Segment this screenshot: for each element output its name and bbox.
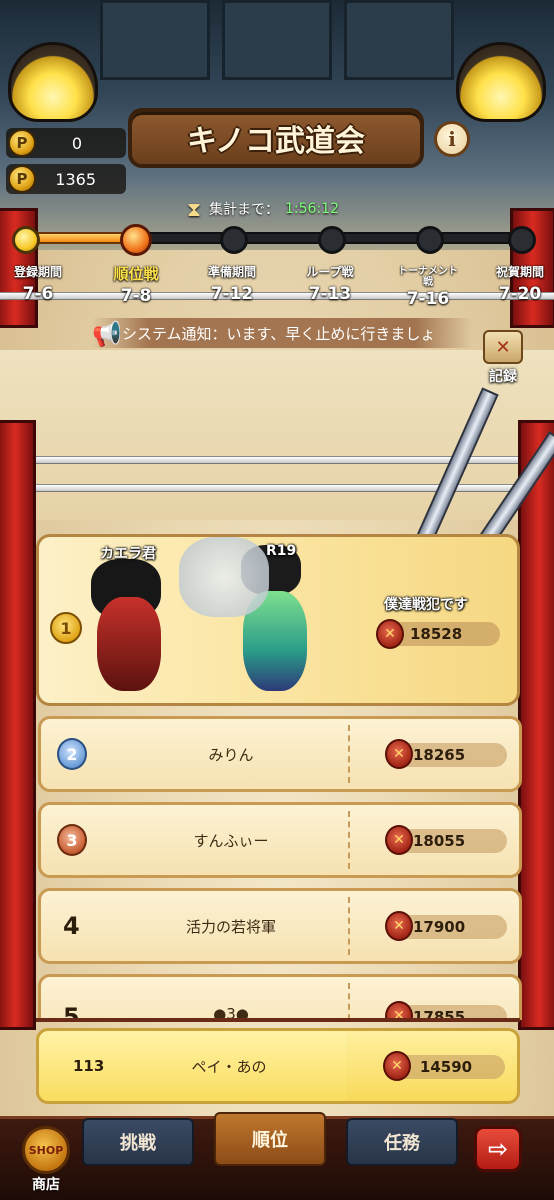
player-name: 活力の若将軍 — [185, 917, 276, 936]
rank-number: 2 — [66, 744, 78, 764]
ceiling-panel — [344, 0, 454, 80]
phase-date: 7-13 — [308, 284, 352, 305]
row-divider — [348, 983, 350, 1020]
player-name: みりん — [208, 745, 254, 764]
rank-number: 3 — [66, 830, 78, 850]
tab-ranking[interactable]: 順位 — [214, 1112, 326, 1166]
phase-name: ループ戦 — [306, 265, 354, 279]
ring-rope — [0, 484, 554, 492]
phase-registration: 登録期間 7-6 — [0, 265, 78, 305]
arena-background: P 0 P 1365 キノコ武道会 i ⧗ 集計まで： 1:56:12 登録期間… — [0, 0, 554, 1200]
ring-post-lower-right — [518, 420, 554, 1030]
ticket-coin-icon: P — [8, 165, 36, 193]
scroll-record-icon: ✕ — [483, 330, 523, 364]
top1-partner-name: R19 — [266, 543, 297, 559]
phase-celebration: 祝賀期間 7-20 — [480, 265, 554, 305]
phase-name: 登録期間 — [13, 265, 62, 279]
top1-score: 18528 — [410, 625, 463, 643]
phase-date: 7-12 — [210, 284, 254, 305]
shop-label: 商店 — [32, 1177, 60, 1193]
score-badge-icon: ✕ — [383, 1051, 411, 1081]
rank-number: 5 — [63, 1003, 80, 1020]
currency-ticket-value: 1365 — [55, 169, 96, 189]
phase-node — [220, 226, 248, 254]
mushroom-rocket — [179, 537, 269, 617]
phase-name: トーナメント戦 — [398, 266, 458, 288]
ring-post-lower-left — [0, 420, 36, 1030]
gold-medal-icon: 1 — [50, 612, 82, 644]
rank-row[interactable]: 2 みりん 18265 ✕ — [38, 716, 522, 792]
megaphone-icon: 📢 — [92, 320, 122, 348]
phase-date: 7-8 — [120, 285, 152, 306]
timer-label: 集計まで： — [209, 202, 279, 218]
my-player-name: ペイ・あの — [191, 1057, 267, 1076]
phase-node — [318, 226, 346, 254]
phase-node-current — [120, 224, 152, 256]
spotlight-left-icon — [8, 42, 98, 122]
info-button[interactable]: i — [434, 121, 470, 157]
phase-loop-battle: ループ戦 7-13 — [290, 265, 370, 305]
top1-guild-name: 僕達戦犯です — [384, 597, 468, 613]
rank-row[interactable]: 5 ●3● 17855 ✕ — [38, 974, 522, 1020]
score-badge-icon: ✕ — [385, 911, 413, 941]
phase-node — [508, 226, 536, 254]
tab-missions[interactable]: 任務 — [346, 1118, 458, 1166]
spotlight-right-icon — [456, 42, 546, 122]
rank-row[interactable]: 3 すんふぃー 18055 ✕ — [38, 802, 522, 878]
ceiling-panel — [100, 0, 210, 80]
record-label: 記録 — [489, 369, 517, 385]
ring-rope — [0, 292, 554, 300]
currency-coin-value: 0 — [71, 133, 82, 153]
rank-number: 4 — [63, 912, 80, 940]
row-divider — [348, 897, 350, 955]
score-badge-icon: ✕ — [385, 825, 413, 855]
player-name: すんふぃー — [193, 831, 269, 850]
rank-row[interactable]: 4 活力の若将軍 17900 ✕ — [38, 888, 522, 964]
timer-value: 1:56:12 — [285, 201, 339, 217]
shop-bag-icon: SHOP — [22, 1126, 70, 1174]
top1-player-name: カエラ君 — [100, 546, 156, 562]
phase-ranking: 順位戦 7-8 — [96, 266, 176, 305]
score-badge-icon: ✕ — [385, 739, 413, 769]
tab-challenge[interactable]: 挑戦 — [82, 1118, 194, 1166]
countdown-timer: ⧗ 集計まで： 1:56:12 — [185, 196, 339, 222]
silver-medal-icon: 2 — [57, 738, 87, 770]
row-divider — [348, 811, 350, 869]
phase-date: 7-20 — [498, 284, 542, 305]
phase-name: 準備期間 — [207, 265, 256, 279]
phase-date: 7-6 — [22, 284, 54, 305]
coin-icon: P — [8, 129, 36, 157]
phase-node — [416, 226, 444, 254]
notice-text: システム通知：います、早く止めに行きましょ — [122, 324, 436, 343]
shop-button[interactable]: SHOP 商店 — [18, 1126, 74, 1196]
exit-icon: ⇨ — [487, 1135, 509, 1163]
ceiling-panel — [222, 0, 332, 80]
list-separator — [36, 1018, 520, 1022]
row-divider — [348, 725, 350, 783]
phase-name: 祝賀期間 — [495, 265, 544, 279]
currency-coin: P 0 — [6, 128, 126, 158]
score-badge-icon: ✕ — [376, 619, 404, 649]
phase-preparation: 準備期間 7-12 — [192, 265, 272, 305]
rank-number: 1 — [60, 618, 72, 638]
phase-node — [12, 226, 40, 254]
bronze-medal-icon: 3 — [57, 824, 87, 856]
phase-date: 7-16 — [406, 289, 450, 309]
system-notice-marquee: システム通知：います、早く止めに行きましょ — [92, 318, 472, 348]
hourglass-icon: ⧗ — [186, 197, 202, 221]
player-name: ●3● — [213, 1005, 249, 1020]
phase-name: 順位戦 — [113, 265, 159, 283]
record-button[interactable]: ✕ 記録 — [478, 330, 528, 385]
phase-tournament: トーナメント戦 7-16 — [388, 266, 468, 309]
list-clip: 5 ●3● 17855 ✕ — [0, 970, 554, 1020]
my-rank-row[interactable]: 113 ペイ・あの 14590 ✕ — [36, 1028, 520, 1104]
character-body — [97, 597, 161, 691]
ring-rope — [0, 456, 554, 464]
info-icon: i — [448, 127, 456, 151]
event-title-banner: キノコ武道会 — [128, 108, 424, 168]
my-rank-number: 113 — [73, 1057, 105, 1075]
exit-button[interactable]: ⇨ — [474, 1126, 522, 1172]
page-title: キノコ武道会 — [187, 124, 365, 159]
currency-ticket: P 1365 — [6, 164, 126, 194]
